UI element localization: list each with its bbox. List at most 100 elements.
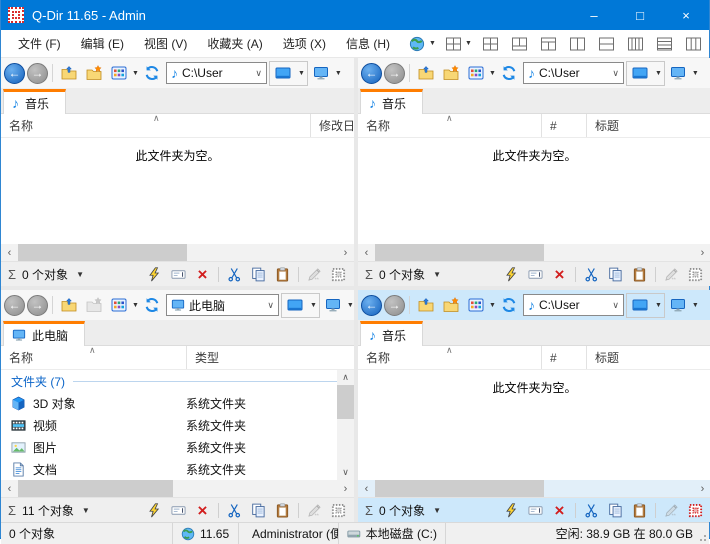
monitor-button[interactable] [667, 294, 690, 317]
rename-button[interactable] [527, 502, 544, 519]
cut-button[interactable] [226, 266, 243, 283]
object-count[interactable]: 0 个对象 [22, 266, 68, 283]
menu-file[interactable]: 文件 (F) [9, 31, 70, 56]
delete-button[interactable]: × [194, 502, 211, 519]
view-mode-button[interactable] [464, 62, 487, 85]
scroll-left-icon[interactable]: ‹ [1, 247, 18, 259]
edit-button[interactable] [663, 502, 680, 519]
refresh-button[interactable] [141, 62, 164, 85]
up-folder-button[interactable] [57, 62, 80, 85]
pane-select-button[interactable] [330, 502, 347, 519]
address-combobox[interactable]: ♪ C:\User ∨ [523, 62, 624, 84]
monitor-dropdown-icon[interactable]: ▼ [692, 302, 699, 309]
desktop-button[interactable] [284, 294, 307, 317]
view-dropdown-icon[interactable]: ▼ [489, 70, 496, 77]
edit-button[interactable] [663, 266, 680, 283]
refresh-button[interactable] [498, 294, 521, 317]
tab-music[interactable]: ♪ 音乐 [360, 89, 423, 114]
scroll-left-icon[interactable]: ‹ [358, 247, 375, 259]
menu-options[interactable]: 选项 (X) [274, 31, 335, 56]
resize-grip[interactable] [698, 533, 706, 541]
scroll-up-icon[interactable]: ∧ [337, 370, 354, 385]
scrollbar-thumb[interactable] [18, 244, 187, 261]
monitor-button[interactable] [310, 62, 333, 85]
new-folder-button[interactable] [82, 294, 105, 317]
layout-four-columns-button[interactable] [622, 35, 649, 53]
cut-button[interactable] [583, 502, 600, 519]
up-folder-button[interactable] [57, 294, 80, 317]
pane-select-button[interactable] [330, 266, 347, 283]
paste-button[interactable] [631, 502, 648, 519]
cut-button[interactable] [226, 502, 243, 519]
column-header-modified[interactable]: 修改日 [310, 114, 354, 137]
menu-view[interactable]: 视图 (V) [135, 31, 196, 56]
column-header-number[interactable]: # [541, 346, 586, 369]
scroll-right-icon[interactable]: › [694, 247, 710, 259]
column-header-title[interactable]: 标题 [586, 114, 710, 137]
view-dropdown-icon[interactable]: ▼ [132, 302, 139, 309]
view-mode-button[interactable] [107, 294, 130, 317]
pane-select-button-active[interactable] [687, 502, 704, 519]
paste-button[interactable] [631, 266, 648, 283]
horizontal-scrollbar[interactable]: ‹ › [358, 244, 710, 261]
delete-button[interactable]: × [551, 266, 568, 283]
file-list-area[interactable]: 此文件夹为空。 [358, 138, 710, 244]
object-count[interactable]: 11 个对象 [22, 502, 74, 519]
pane-select-button[interactable] [687, 266, 704, 283]
file-list-area[interactable]: 此文件夹为空。 [358, 370, 710, 480]
horizontal-scrollbar[interactable]: ‹ › [1, 480, 354, 497]
tab-music[interactable]: ♪ 音乐 [3, 89, 66, 114]
rename-button[interactable] [527, 266, 544, 283]
layout-four-rows-button[interactable] [651, 35, 678, 53]
up-folder-button[interactable] [414, 294, 437, 317]
copy-button[interactable] [607, 502, 624, 519]
address-combobox[interactable]: 此电脑 ∨ [166, 294, 279, 316]
address-combobox[interactable]: ♪ C:\User ∨ [523, 294, 624, 316]
file-row-3d-objects[interactable]: 3D 对象 系统文件夹 [1, 392, 354, 414]
scrollbar-thumb[interactable] [375, 480, 544, 497]
back-button[interactable]: ← [4, 63, 25, 84]
scroll-right-icon[interactable]: › [694, 483, 710, 495]
menu-favorites[interactable]: 收藏夹 (A) [198, 31, 271, 56]
scroll-down-icon[interactable]: ∨ [337, 465, 354, 480]
paste-button[interactable] [274, 266, 291, 283]
maximize-button[interactable]: □ [617, 0, 663, 30]
file-row-documents[interactable]: 文档 系统文件夹 [1, 458, 354, 480]
desktop-button[interactable] [629, 294, 652, 317]
vertical-scrollbar[interactable]: ∧ ∨ [337, 370, 354, 480]
file-list-area[interactable]: 文件夹 (7) 3D 对象 系统文件夹 视频 系统文件夹 图片 系统文件夹 文档 [1, 370, 354, 480]
file-row-videos[interactable]: 视频 系统文件夹 [1, 414, 354, 436]
file-list-area[interactable]: 此文件夹为空。 [1, 138, 354, 244]
count-dropdown-icon[interactable]: ▼ [82, 506, 90, 515]
layout-vertical-split-button[interactable] [564, 35, 591, 53]
view-dropdown-icon[interactable]: ▼ [132, 70, 139, 77]
scrollbar-thumb[interactable] [337, 385, 354, 419]
layout-two-bottom-button[interactable] [535, 35, 562, 53]
address-combobox[interactable]: ♪ C:\User ∨ [166, 62, 267, 84]
forward-button[interactable]: → [27, 295, 48, 316]
layout-three-columns-button[interactable] [680, 35, 707, 53]
column-header-title[interactable]: 标题 [586, 346, 710, 369]
desktop-dropdown-icon[interactable]: ▼ [298, 70, 305, 77]
copy-button[interactable] [250, 502, 267, 519]
desktop-button[interactable] [272, 62, 295, 85]
refresh-button[interactable] [141, 294, 164, 317]
menu-info[interactable]: 信息 (H) [337, 31, 399, 56]
monitor-button[interactable] [322, 294, 345, 317]
monitor-dropdown-icon[interactable]: ▼ [335, 70, 342, 77]
layout-horizontal-split-button[interactable] [593, 35, 620, 53]
count-dropdown-icon[interactable]: ▼ [76, 270, 84, 279]
rename-button[interactable] [170, 266, 187, 283]
tab-this-pc[interactable]: 此电脑 [3, 321, 85, 346]
new-folder-button[interactable] [439, 62, 462, 85]
scroll-left-icon[interactable]: ‹ [358, 483, 375, 495]
back-button[interactable]: ← [361, 63, 382, 84]
column-header-type[interactable]: 类型 [186, 346, 354, 369]
view-mode-button[interactable] [464, 294, 487, 317]
back-button[interactable]: ← [361, 295, 382, 316]
scroll-right-icon[interactable]: › [337, 247, 354, 259]
scroll-right-icon[interactable]: › [337, 483, 354, 495]
monitor-dropdown-icon[interactable]: ▼ [347, 302, 354, 309]
file-row-pictures[interactable]: 图片 系统文件夹 [1, 436, 354, 458]
copy-button[interactable] [607, 266, 624, 283]
